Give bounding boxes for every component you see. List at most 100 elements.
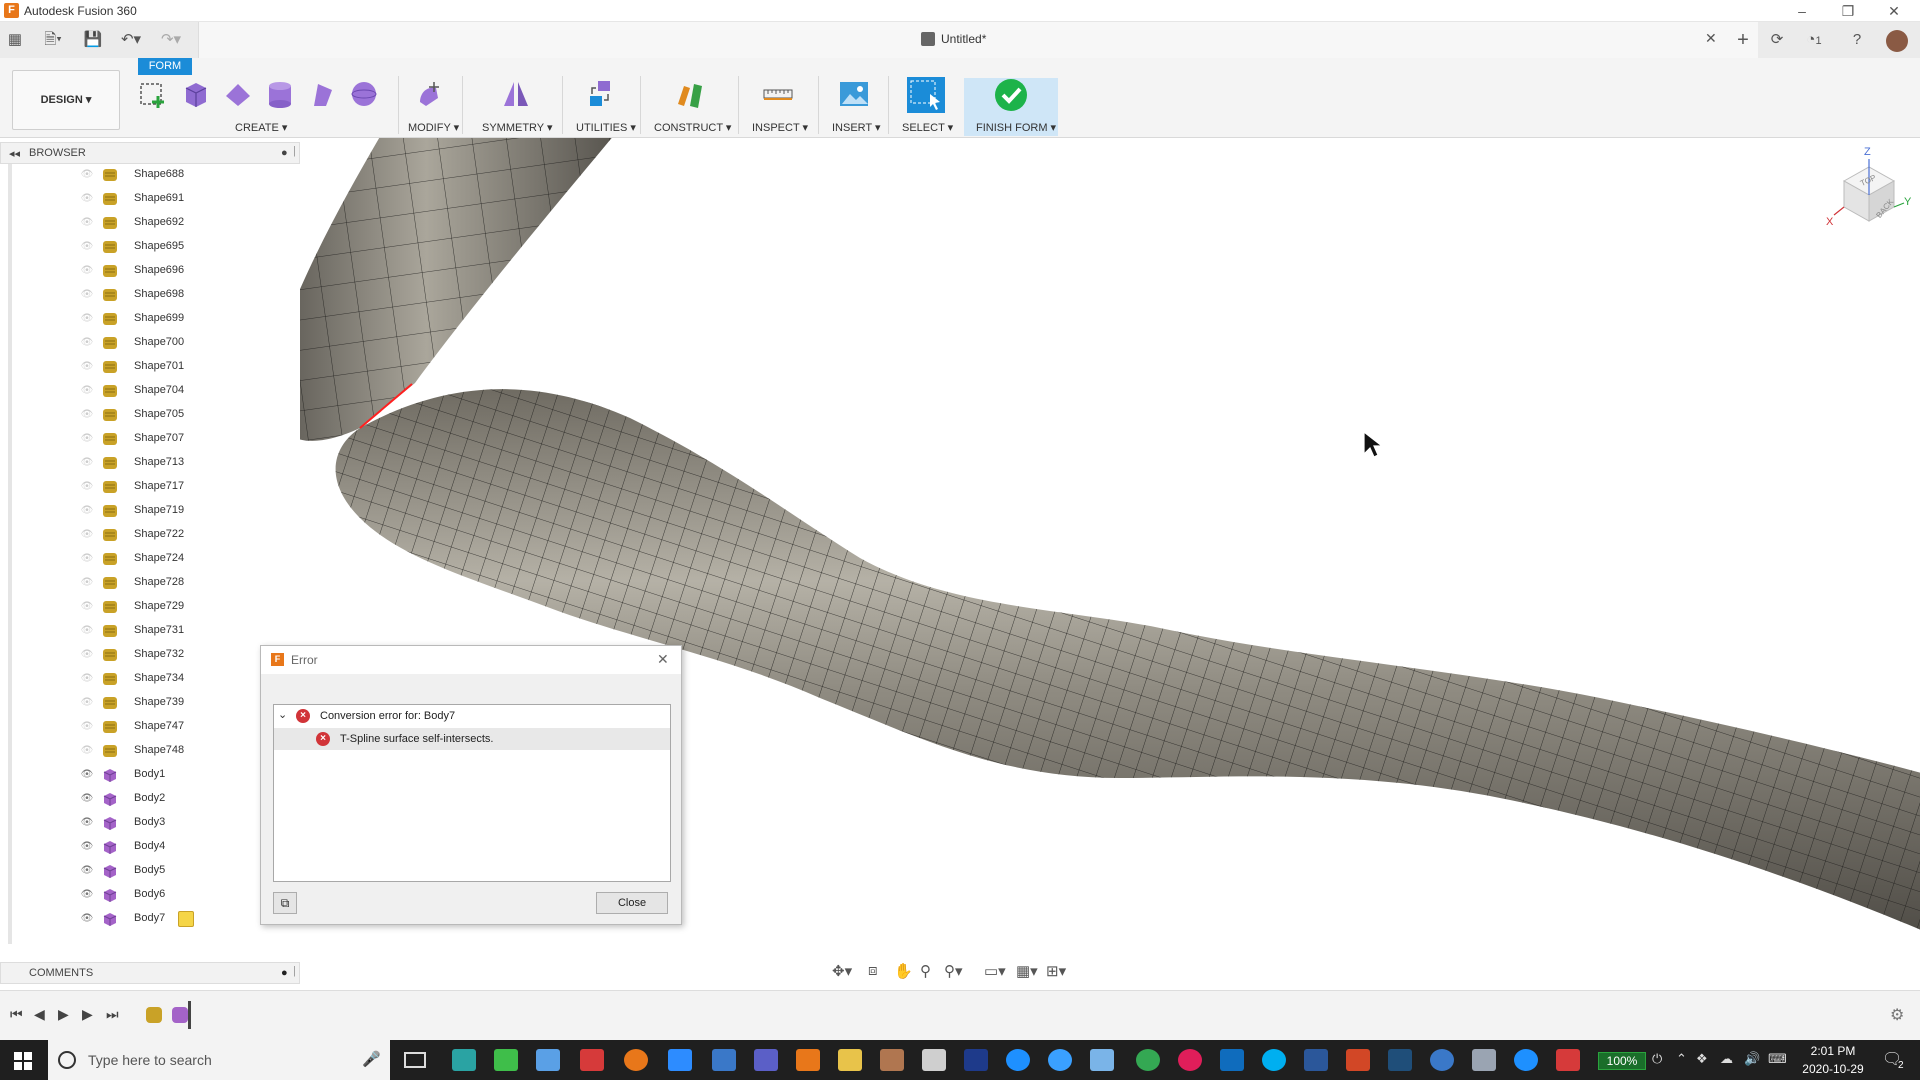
eye-icon[interactable]: 👁 [80, 384, 94, 398]
zoom-app-icon[interactable] [668, 1049, 692, 1071]
go-to-start-icon[interactable]: ⏮ [10, 1006, 23, 1023]
finish-form-menu[interactable]: FINISH FORM ▾ [976, 121, 1056, 134]
browser-item[interactable]: 👁 Shape731 [76, 620, 226, 642]
eye-icon[interactable]: 👁 [80, 240, 94, 254]
browser-item[interactable]: 👁 Shape739 [76, 692, 226, 714]
file-explorer-icon[interactable] [838, 1049, 862, 1071]
eye-icon[interactable]: 👁 [80, 264, 94, 278]
play-icon[interactable]: ▶ [58, 1006, 69, 1023]
eye-icon[interactable]: 👁 [80, 576, 94, 590]
eye-icon[interactable]: 👁 [80, 504, 94, 518]
browser-item[interactable]: 👁 Shape695 [76, 236, 226, 258]
save-icon[interactable]: 💾 [82, 30, 104, 50]
app-3-icon[interactable] [452, 1049, 476, 1071]
pin-icon[interactable]: ● [281, 147, 288, 159]
close-tab-icon[interactable]: ✕ [1705, 30, 1717, 47]
browser-item[interactable]: 👁 Body7 [76, 908, 226, 930]
timeline-body-feature-icon[interactable] [172, 1007, 188, 1023]
eye-icon[interactable]: 👁 [80, 624, 94, 638]
undo-icon[interactable]: ↶▾ [116, 30, 146, 50]
redo-icon[interactable]: ↷▾ [156, 30, 186, 50]
teams-icon[interactable] [754, 1049, 778, 1071]
battery-indicator[interactable]: 100% [1598, 1052, 1646, 1070]
symmetry-menu[interactable]: SYMMETRY ▾ [482, 121, 553, 134]
browser-item[interactable]: 👁 Shape728 [76, 572, 226, 594]
app-icon[interactable] [536, 1049, 560, 1071]
browser-item[interactable]: 👁 Body6 [76, 884, 226, 906]
dropbox-icon[interactable]: ❖ [1696, 1051, 1708, 1067]
eye-icon[interactable]: 👁 [80, 768, 94, 782]
viewcube-icon[interactable] [1814, 146, 1914, 246]
browser-item[interactable]: 👁 Shape729 [76, 596, 226, 618]
panel-divider-icon[interactable]: | [293, 965, 296, 977]
utilities-menu[interactable]: UTILITIES ▾ [576, 121, 636, 134]
eye-icon[interactable]: 👁 [80, 192, 94, 206]
eye-icon[interactable]: 👁 [80, 720, 94, 734]
eye-icon[interactable]: 👁 [80, 744, 94, 758]
eye-icon[interactable]: 👁 [80, 888, 94, 902]
chevron-up-icon[interactable]: ⌃ [1676, 1051, 1687, 1067]
plane-icon[interactable] [222, 78, 254, 110]
grid-settings-icon[interactable]: ▦▾ [1016, 962, 1038, 980]
eye-icon[interactable]: 👁 [80, 552, 94, 566]
firefox-icon[interactable] [624, 1049, 648, 1071]
eye-icon[interactable]: 👁 [80, 336, 94, 350]
browser-item[interactable]: 👁 Shape698 [76, 284, 226, 306]
browser-item[interactable]: 👁 Shape701 [76, 356, 226, 378]
browser-item[interactable]: 👁 Shape732 [76, 644, 226, 666]
browser-item[interactable]: 👁 Shape707 [76, 428, 226, 450]
eye-icon[interactable]: 👁 [80, 696, 94, 710]
orbit-icon[interactable]: ✥▾ [832, 962, 852, 980]
create-menu[interactable]: CREATE ▾ [235, 121, 287, 134]
edge-icon[interactable] [1006, 1049, 1030, 1071]
powerpoint-icon[interactable] [1346, 1049, 1370, 1071]
network-icon[interactable]: ☁ [1720, 1051, 1733, 1067]
eye-icon[interactable]: 👁 [80, 528, 94, 542]
task-view-icon[interactable] [404, 1052, 426, 1068]
eye-icon[interactable]: 👁 [80, 168, 94, 182]
workspace-switcher[interactable]: DESIGN ▾ [12, 70, 120, 130]
viewports-icon[interactable]: ⊞▾ [1046, 962, 1066, 980]
eye-icon[interactable]: 👁 [80, 840, 94, 854]
collapse-browser-icon[interactable]: ◂◂ [9, 147, 20, 160]
sphere-icon[interactable] [348, 78, 380, 110]
volume-icon[interactable]: 🔊 [1744, 1051, 1760, 1067]
browser-item[interactable]: 👁 Shape692 [76, 212, 226, 234]
cylinder-icon[interactable] [264, 78, 296, 110]
keyboard-icon[interactable]: ⌨ [1768, 1051, 1787, 1067]
panel-divider-icon[interactable]: | [293, 145, 296, 157]
construct-plane-icon[interactable] [674, 78, 706, 110]
help-icon[interactable]: ? [1846, 30, 1868, 50]
file-menu-icon[interactable]: 🗎▾ [38, 30, 68, 50]
go-to-end-icon[interactable]: ⏭ [106, 1006, 119, 1023]
clock-date[interactable]: 2020-10-29 [1796, 1062, 1870, 1076]
browser-item[interactable]: 👁 Shape734 [76, 668, 226, 690]
modify-menu[interactable]: MODIFY ▾ [408, 121, 459, 134]
browser-item[interactable]: 👁 Shape722 [76, 524, 226, 546]
browser-item[interactable]: 👁 Shape719 [76, 500, 226, 522]
app-icon[interactable] [1430, 1049, 1454, 1071]
edit-form-icon[interactable] [414, 78, 446, 110]
insert-image-icon[interactable] [838, 78, 870, 110]
utilities-icon[interactable] [584, 78, 616, 110]
new-tab-icon[interactable]: + [1732, 30, 1754, 50]
eye-icon[interactable]: 👁 [80, 288, 94, 302]
camtasia-icon[interactable] [494, 1049, 518, 1071]
step-back-icon[interactable]: ◀ [34, 1006, 45, 1023]
browser-item[interactable]: 👁 Body3 [76, 812, 226, 834]
ie-icon[interactable] [1514, 1049, 1538, 1071]
inspect-menu[interactable]: INSPECT ▾ [752, 121, 808, 134]
insert-menu[interactable]: INSERT ▾ [832, 121, 881, 134]
step-forward-icon[interactable]: ▶ [82, 1006, 93, 1023]
app-icon[interactable] [580, 1049, 604, 1071]
browser-item[interactable]: 👁 Shape699 [76, 308, 226, 330]
construct-menu[interactable]: CONSTRUCT ▾ [654, 121, 731, 134]
clock-time[interactable]: 2:01 PM [1796, 1044, 1870, 1058]
minimize-button[interactable]: – [1780, 2, 1824, 20]
box-icon[interactable] [180, 78, 212, 110]
timeline-form-feature-icon[interactable] [146, 1007, 162, 1023]
symmetry-icon[interactable] [500, 78, 532, 110]
fit-icon[interactable]: ⚲▾ [944, 962, 963, 980]
browser-item[interactable]: 👁 Body1 [76, 764, 226, 786]
eye-icon[interactable]: 👁 [80, 792, 94, 806]
